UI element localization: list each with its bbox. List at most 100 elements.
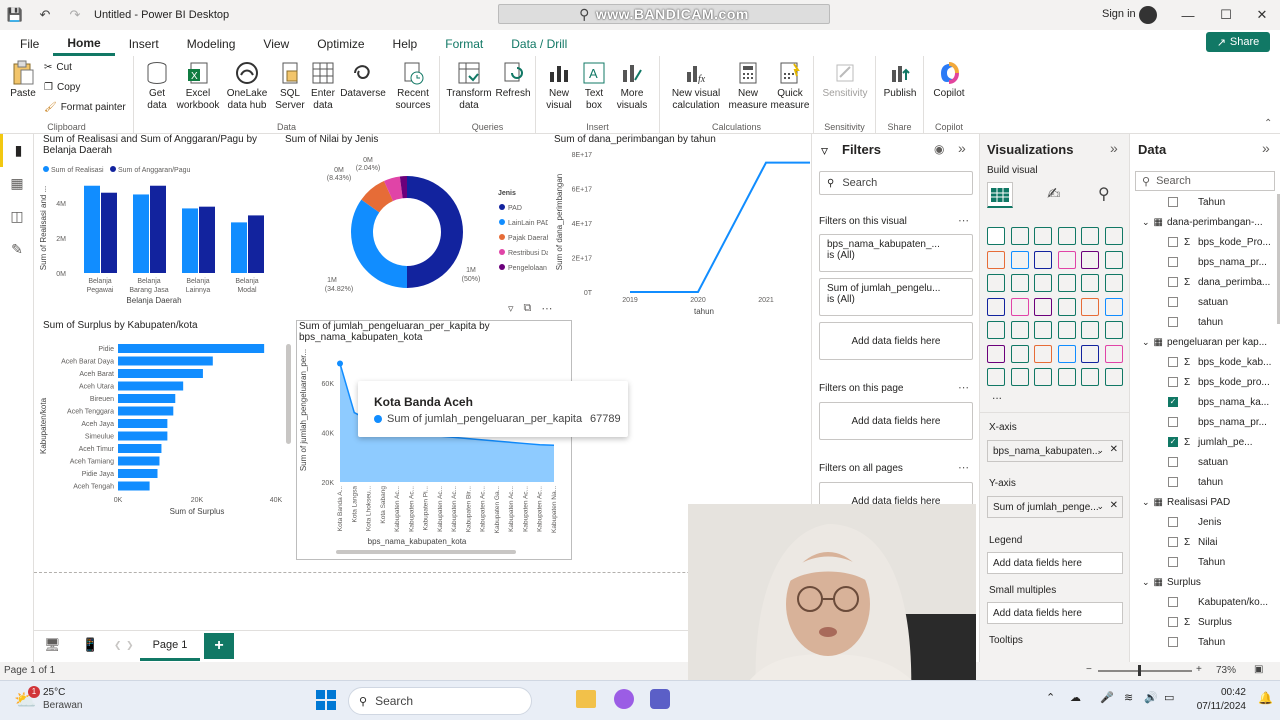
microphone-icon[interactable]: 🎤: [1100, 691, 1114, 704]
field-checkbox[interactable]: [1168, 277, 1178, 287]
build-visual-tab[interactable]: [987, 182, 1013, 208]
filter-card-1[interactable]: bps_nama_kabupaten_... is (All): [819, 234, 973, 272]
chevron-down-icon[interactable]: ⌄: [1142, 337, 1150, 348]
data-field[interactable]: Σbps_kode_pro...: [1130, 372, 1280, 392]
data-field[interactable]: Σ Nilai: [1130, 532, 1280, 552]
visual-type-icon[interactable]: [1104, 297, 1123, 316]
share-button[interactable]: ↗ Share: [1206, 32, 1270, 52]
clock-time[interactable]: 00:42: [1208, 687, 1246, 698]
refresh-button[interactable]: Refresh: [494, 60, 532, 100]
save-icon[interactable]: 💾: [0, 0, 30, 30]
undo-icon[interactable]: ↶: [30, 0, 60, 30]
sensitivity-button[interactable]: Sensitivity: [820, 60, 870, 100]
quick-measure-button[interactable]: Quick measure: [770, 60, 810, 112]
field-checkbox[interactable]: [1168, 617, 1178, 627]
zoom-out-icon[interactable]: −: [1086, 664, 1092, 675]
data-field[interactable]: Tahun: [1130, 552, 1280, 572]
windows-start-icon[interactable]: [316, 690, 336, 710]
taskbar-search[interactable]: ⚲ Search: [348, 687, 532, 715]
get-data-button[interactable]: Get data: [140, 60, 174, 112]
remove-field-icon[interactable]: ✕: [1110, 500, 1118, 511]
visual-type-icon[interactable]: [1010, 368, 1029, 386]
next-page-icon[interactable]: ❯: [126, 640, 134, 651]
format-visual-icon[interactable]: ✍: [1047, 184, 1060, 204]
visual-type-icon[interactable]: [987, 227, 1005, 245]
small-multiples-well[interactable]: Add data fields here: [987, 602, 1123, 624]
field-checkbox[interactable]: [1168, 537, 1178, 547]
data-field[interactable]: ✓ Σjumlah_pe...: [1130, 432, 1280, 452]
data-field[interactable]: Kabupaten/ko...: [1130, 592, 1280, 612]
field-checkbox[interactable]: [1168, 317, 1178, 327]
visual-type-icon[interactable]: [1034, 274, 1052, 292]
data-field[interactable]: bps_nama_pr...: [1130, 252, 1280, 272]
onelake-button[interactable]: OneLake data hub: [224, 60, 270, 112]
field-checkbox[interactable]: [1168, 257, 1178, 267]
collapse-ribbon-icon[interactable]: ⌃: [1264, 118, 1272, 129]
field-checkbox[interactable]: [1168, 557, 1178, 567]
area-chart[interactable]: 60K 40K 20K Sum of jumlah_pengeluaran_per..…: [296, 346, 572, 560]
data-field[interactable]: Σbps_kode_Pro...: [1130, 232, 1280, 252]
zoom-slider[interactable]: [1098, 670, 1192, 672]
publish-button[interactable]: Publish: [882, 60, 918, 100]
network-icon[interactable]: ☁: [1070, 691, 1081, 704]
visual-type-icon[interactable]: [987, 321, 1005, 339]
menu-file[interactable]: File: [6, 37, 53, 56]
legend-well[interactable]: Add data fields here: [987, 552, 1123, 574]
zoom-slider-thumb[interactable]: [1138, 665, 1141, 676]
add-page-button[interactable]: +: [204, 633, 234, 659]
visual-type-icon[interactable]: [1010, 344, 1029, 363]
visual-type-icon[interactable]: [987, 344, 1005, 363]
visual-type-icon[interactable]: [1104, 227, 1123, 245]
visual-type-icon[interactable]: [1010, 297, 1029, 316]
file-explorer-icon[interactable]: [576, 690, 596, 708]
chevron-down-icon[interactable]: ⌄: [1096, 445, 1104, 456]
data-field[interactable]: Σ Surplus: [1130, 612, 1280, 632]
visual-type-icon[interactable]: [1081, 227, 1099, 245]
line-chart[interactable]: 8E+17 6E+17 4E+17 2E+17 0T Sum of dana_perimb…: [550, 146, 810, 318]
add-visual-filter-well[interactable]: Add data fields here: [819, 322, 973, 360]
visual-type-icon[interactable]: [1104, 250, 1123, 269]
tray-chevron-icon[interactable]: ⌃: [1046, 691, 1055, 704]
more-visuals-button[interactable]: More visuals: [612, 60, 652, 112]
data-field[interactable]: tahun: [1130, 312, 1280, 332]
visual-type-icon[interactable]: [1010, 321, 1029, 339]
data-field[interactable]: Jenis: [1130, 512, 1280, 532]
visual-type-icon[interactable]: [1057, 344, 1076, 363]
enter-data-button[interactable]: Enter data: [308, 60, 338, 112]
data-table[interactable]: ⌄ ▦ pengeluaran per kap...: [1130, 332, 1280, 352]
sign-in-link[interactable]: Sign in: [1102, 8, 1136, 20]
prev-page-icon[interactable]: ❮: [114, 640, 122, 651]
collapse-viz-icon[interactable]: »: [1110, 140, 1118, 156]
collapse-filters-icon[interactable]: »: [958, 140, 966, 156]
donut-chart[interactable]: 0M(2.04%)0M(8.43%)1M(34.82%)1M(50%)Jenis…: [284, 148, 548, 308]
visual-type-icon[interactable]: [1057, 227, 1076, 245]
visual-type-icon[interactable]: [1081, 368, 1099, 386]
visual-type-icon[interactable]: [1034, 321, 1052, 339]
data-table[interactable]: ⌄ ▦ Realisasi PAD: [1130, 492, 1280, 512]
bar1-chart[interactable]: Sum of Realisasi Sum of Anggaran/Pagu 4M 2M…: [34, 158, 284, 318]
minimize-icon[interactable]: —: [1169, 0, 1207, 30]
more-icon[interactable]: ⋯: [958, 381, 969, 394]
data-table[interactable]: ⌄ ▦ dana-perimbangan-...: [1130, 212, 1280, 232]
data-field[interactable]: Tahun: [1130, 192, 1280, 212]
field-checkbox[interactable]: [1168, 417, 1178, 427]
analytics-icon[interactable]: ⚲: [1098, 184, 1110, 204]
data-field[interactable]: Σbps_kode_kab...: [1130, 352, 1280, 372]
dataverse-button[interactable]: Dataverse: [340, 60, 386, 100]
page-tab[interactable]: Page 1: [140, 631, 200, 661]
chevron-down-icon[interactable]: ⌄: [1142, 497, 1150, 508]
model-view-icon[interactable]: ◫: [0, 200, 34, 233]
wifi-icon[interactable]: ≋: [1124, 691, 1133, 704]
visual-type-icon[interactable]: [1057, 274, 1076, 292]
visual-type-icon[interactable]: [1104, 344, 1123, 363]
visual-type-icon[interactable]: [987, 250, 1005, 269]
data-field[interactable]: satuan: [1130, 452, 1280, 472]
chevron-down-icon[interactable]: ⌄: [1142, 577, 1150, 588]
focus-mode-icon[interactable]: ⧉: [524, 302, 532, 315]
sql-server-button[interactable]: SQL Server: [274, 60, 306, 112]
data-field[interactable]: tahun: [1130, 472, 1280, 492]
redo-icon[interactable]: ↷: [60, 0, 90, 30]
field-checkbox[interactable]: [1168, 477, 1178, 487]
visual-type-icon[interactable]: [987, 297, 1005, 316]
visual-type-icon[interactable]: [1081, 344, 1099, 363]
